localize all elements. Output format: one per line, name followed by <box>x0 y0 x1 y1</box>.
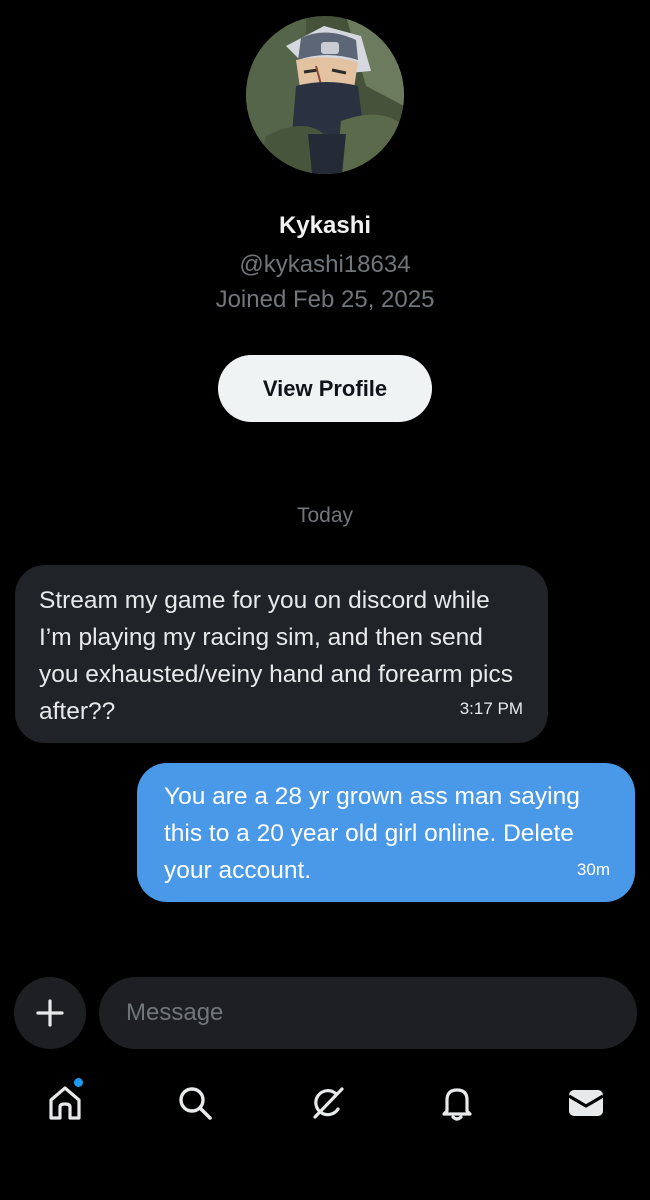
bell-icon <box>442 1088 472 1121</box>
home-icon <box>49 1086 81 1120</box>
message-timestamp: 3:17 PM <box>459 699 523 718</box>
message-input[interactable] <box>99 977 637 1049</box>
add-attachment-button[interactable] <box>14 977 86 1049</box>
nav-search[interactable] <box>170 1078 220 1128</box>
nav-notifications[interactable] <box>432 1078 482 1128</box>
date-separator: Today <box>296 504 354 527</box>
message-text: Stream my game for you on discord while … <box>39 587 513 725</box>
profile-joined-date: Joined Feb 25, 2025 <box>215 286 435 313</box>
view-profile-button[interactable]: View Profile <box>218 355 432 422</box>
avatar[interactable] <box>246 16 404 174</box>
message-timestamp: 30m <box>576 860 610 879</box>
avatar-image <box>246 16 404 174</box>
grok-icon <box>313 1087 344 1119</box>
profile-handle: @kykashi18634 <box>239 251 411 278</box>
plus-icon <box>36 999 64 1027</box>
nav-messages[interactable] <box>561 1078 611 1128</box>
profile-display-name: Kykashi <box>278 212 372 239</box>
received-message-bubble[interactable]: Stream my game for you on discord while … <box>15 565 548 743</box>
sent-message-bubble[interactable]: You are a 28 yr grown ass man saying thi… <box>137 763 635 902</box>
nav-home[interactable] <box>40 1078 90 1128</box>
nav-grok[interactable] <box>302 1078 352 1128</box>
message-text: You are a 28 yr grown ass man saying thi… <box>164 783 580 884</box>
mail-icon <box>568 1090 604 1116</box>
home-notification-dot <box>74 1078 83 1087</box>
search-icon <box>179 1087 212 1120</box>
